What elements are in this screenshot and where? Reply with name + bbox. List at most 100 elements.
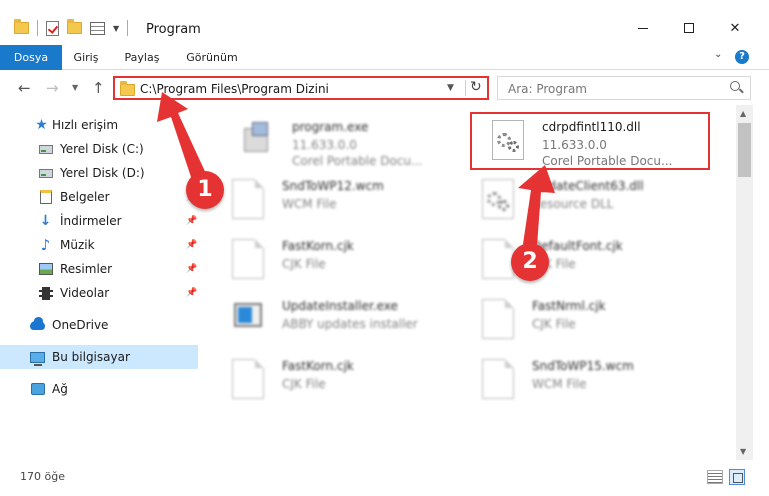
- document-icon: [38, 190, 53, 204]
- sidebar-item-label: Ağ: [52, 382, 68, 396]
- file-item[interactable]: SndToWP12.wcm WCM File: [212, 169, 452, 227]
- search-icon[interactable]: [730, 81, 740, 91]
- pin-icon[interactable]: 📌: [186, 240, 197, 250]
- details-view-icon[interactable]: [707, 470, 723, 484]
- minimize-button[interactable]: [620, 14, 666, 42]
- large-icons-view-icon[interactable]: [729, 469, 745, 485]
- file-icon: [482, 239, 514, 279]
- address-path[interactable]: C:\Program Files\Program Dizini: [140, 82, 329, 96]
- rename-icon[interactable]: [90, 21, 105, 35]
- pin-icon[interactable]: 📌: [186, 216, 197, 226]
- maximize-button[interactable]: [666, 14, 712, 42]
- new-folder-icon[interactable]: [67, 19, 82, 34]
- tab-home[interactable]: Giriş: [62, 45, 110, 70]
- sidebar-item-label: Belgeler: [60, 190, 110, 204]
- tab-file[interactable]: Dosya: [0, 45, 62, 70]
- file-item[interactable]: FastNrml.cjk CJK File: [462, 289, 702, 347]
- address-bar[interactable]: C:\Program Files\Program Dizini ▼ ↻: [113, 76, 489, 100]
- download-icon: ↓: [39, 213, 52, 229]
- file-item[interactable]: UpdateInstaller.exe ABBY updates install…: [212, 289, 452, 347]
- tab-view[interactable]: Görünüm: [176, 45, 248, 70]
- back-arrow-icon[interactable]: ←: [18, 79, 31, 97]
- sidebar-item-disk-c[interactable]: Yerel Disk (C:): [0, 137, 200, 161]
- file-item[interactable]: UpdateClient63.dll Resource DLL: [462, 169, 702, 227]
- scroll-up-arrow-icon[interactable]: ▲: [740, 109, 746, 118]
- sidebar-item-label: Yerel Disk (D:): [60, 166, 145, 180]
- help-icon[interactable]: ?: [735, 50, 749, 64]
- file-description: ABBY updates installer: [282, 317, 418, 331]
- network-icon: [30, 382, 45, 396]
- file-item[interactable]: FastKorn.cjk CJK File: [212, 349, 452, 407]
- sidebar-item-network[interactable]: Ağ: [0, 377, 200, 401]
- refresh-icon[interactable]: ↻: [470, 79, 482, 95]
- folder-icon: [120, 81, 135, 96]
- close-button[interactable]: ✕: [712, 14, 758, 42]
- star-icon: ★: [35, 117, 48, 133]
- up-arrow-icon[interactable]: ↑: [92, 79, 105, 97]
- quick-access-toolbar: ▼: [14, 19, 129, 36]
- pin-icon[interactable]: 📌: [186, 264, 197, 274]
- file-item[interactable]: program.exe 11.633.0.0 Corel Portable Do…: [222, 110, 462, 168]
- sidebar-item-videos[interactable]: Videolar 📌: [0, 281, 200, 305]
- file-name: program.exe: [292, 120, 369, 134]
- window-title: Program: [146, 22, 201, 37]
- file-item[interactable]: DefaultFont.cjk CJK File: [462, 229, 702, 287]
- file-type: WCM File: [532, 377, 587, 391]
- pictures-icon: [38, 262, 53, 276]
- file-description: Corel Portable Docu...: [292, 154, 423, 168]
- file-version: 11.633.0.0: [292, 138, 357, 152]
- customize-toolbar-chevron-icon[interactable]: ▼: [113, 24, 119, 33]
- forward-arrow-icon[interactable]: →: [46, 79, 59, 97]
- file-type: CJK File: [282, 257, 326, 271]
- sidebar-item-onedrive[interactable]: OneDrive: [0, 313, 200, 337]
- sidebar-item-label: OneDrive: [52, 318, 109, 332]
- vertical-scrollbar[interactable]: ▲ ▼: [736, 105, 753, 460]
- sidebar-item-label: Müzik: [60, 238, 95, 252]
- file-icon: [482, 359, 514, 399]
- search-input[interactable]: Ara: Program: [508, 82, 587, 96]
- expand-ribbon-chevron-icon[interactable]: ⌄: [714, 49, 722, 60]
- tab-share[interactable]: Paylaş: [114, 45, 170, 70]
- sidebar-item-label: Yerel Disk (C:): [60, 142, 144, 156]
- file-icon: [232, 359, 264, 399]
- file-item[interactable]: FastKorn.cjk CJK File: [212, 229, 452, 287]
- separator: [465, 80, 466, 96]
- sidebar-item-pictures[interactable]: Resimler 📌: [0, 257, 200, 281]
- sidebar-item-downloads[interactable]: ↓ İndirmeler 📌: [0, 209, 200, 233]
- disk-icon: [38, 166, 53, 180]
- file-name: FastNrml.cjk: [532, 299, 606, 313]
- sidebar-item-label: Bu bilgisayar: [52, 350, 130, 364]
- sidebar-item-this-pc[interactable]: Bu bilgisayar: [0, 345, 198, 369]
- scroll-down-arrow-icon[interactable]: ▼: [740, 447, 746, 456]
- sidebar-item-quick-access[interactable]: ★ Hızlı erişim: [0, 113, 200, 137]
- file-type: CJK File: [282, 377, 326, 391]
- recent-locations-chevron-icon[interactable]: ▼: [72, 83, 78, 92]
- close-icon: ✕: [729, 20, 741, 36]
- properties-check-icon[interactable]: [46, 20, 59, 36]
- address-history-chevron-icon[interactable]: ▼: [447, 83, 454, 93]
- file-name: SndToWP12.wcm: [282, 179, 384, 193]
- file-icon: [482, 299, 514, 339]
- search-box[interactable]: Ara: Program: [497, 76, 751, 100]
- item-count: 170 öğe: [20, 470, 65, 483]
- step-badge-2: 2: [511, 243, 549, 281]
- sidebar-item-label: Hızlı erişim: [52, 118, 119, 132]
- file-name: UpdateInstaller.exe: [282, 299, 398, 313]
- sidebar-item-disk-d[interactable]: Yerel Disk (D:): [0, 161, 200, 185]
- music-icon: ♪: [40, 236, 51, 254]
- program-exe-icon: [242, 120, 274, 160]
- sidebar-item-music[interactable]: ♪ Müzik 📌: [0, 233, 200, 257]
- sidebar-item-label: İndirmeler: [60, 214, 122, 228]
- installer-exe-icon: [232, 299, 264, 339]
- separator: [127, 20, 129, 36]
- maximize-icon: [684, 23, 694, 33]
- videos-icon: [38, 286, 53, 300]
- file-name: UpdateClient63.dll: [532, 179, 644, 193]
- sidebar-item-documents[interactable]: Belgeler 📌: [0, 185, 200, 209]
- file-icon: [232, 239, 264, 279]
- onedrive-icon: [30, 316, 45, 332]
- pin-icon[interactable]: 📌: [186, 288, 197, 298]
- scrollbar-thumb[interactable]: [738, 123, 751, 177]
- file-item[interactable]: SndToWP15.wcm WCM File: [462, 349, 702, 407]
- file-name: SndToWP15.wcm: [532, 359, 634, 373]
